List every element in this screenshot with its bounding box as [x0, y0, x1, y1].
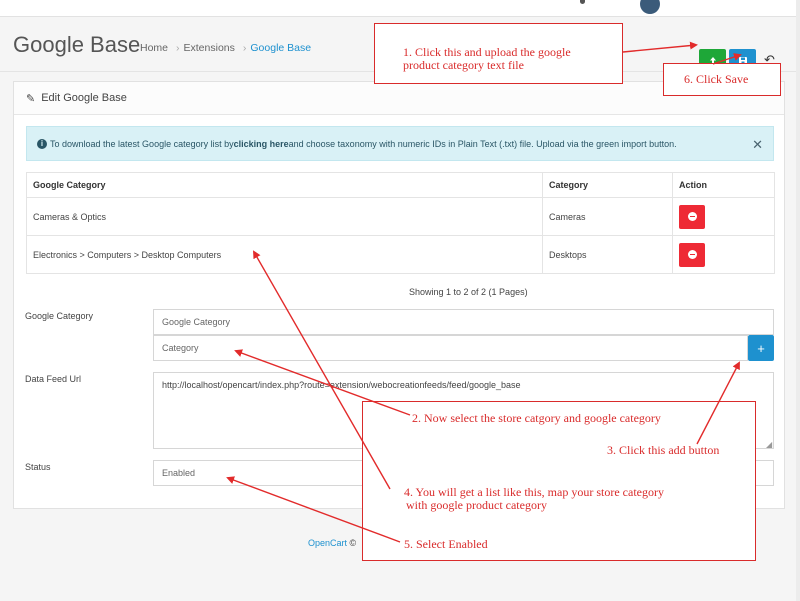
annotation-6: 6. Click Save: [684, 72, 749, 86]
minus-circle-icon: [687, 250, 697, 259]
page-scrollbar[interactable]: [796, 0, 800, 601]
breadcrumb-google-base[interactable]: Google Base: [250, 42, 311, 54]
breadcrumb: Home › Extensions › Google Base: [140, 42, 315, 54]
google-category-label: Google Category: [25, 311, 94, 321]
annotation-4-line2: with google product category: [406, 498, 547, 512]
status-label: Status: [25, 462, 51, 472]
breadcrumb-separator-icon: ›: [242, 42, 247, 54]
cell-action: [672, 235, 775, 274]
top-navbar: [0, 0, 800, 17]
info-alert: i To download the latest Google category…: [26, 126, 774, 161]
user-icon[interactable]: [580, 0, 585, 4]
plus-icon: +: [757, 340, 765, 356]
remove-button[interactable]: [679, 204, 705, 229]
minus-circle-icon: [687, 212, 697, 221]
col-category: Category: [542, 172, 673, 198]
google-category-input[interactable]: Google Category: [153, 309, 774, 335]
cell-category: Cameras: [542, 197, 673, 236]
resize-handle-icon[interactable]: ◢: [766, 440, 772, 449]
breadcrumb-separator-icon: ›: [176, 42, 180, 54]
avatar[interactable]: [640, 0, 660, 14]
add-mapping-button[interactable]: +: [748, 335, 774, 361]
annotation-2: 2. Now select the store catgory and goog…: [412, 411, 661, 425]
breadcrumb-extensions[interactable]: Extensions: [184, 42, 235, 54]
cell-google-category: Electronics > Computers > Desktop Comput…: [26, 235, 543, 274]
panel-heading-title: Edit Google Base: [41, 92, 127, 104]
cell-google-category: Cameras & Optics: [26, 197, 543, 236]
cell-category: Desktops: [542, 235, 673, 274]
data-feed-url-value: http://localhost/opencart/index.php?rout…: [162, 380, 521, 390]
pencil-icon: ✎: [26, 92, 36, 105]
data-feed-url-label: Data Feed Url: [25, 374, 82, 384]
category-input[interactable]: Category: [153, 335, 748, 361]
annotation-1-line2: product category text file: [403, 58, 524, 72]
pagination-results: Showing 1 to 2 of 2 (1 Pages): [409, 287, 528, 297]
annotation-5: 5. Select Enabled: [404, 537, 488, 551]
info-icon: i: [37, 138, 47, 149]
footer-copyright: ©: [349, 538, 357, 548]
status-selected-value: Enabled: [162, 468, 196, 478]
footer: OpenCart ©: [308, 538, 356, 548]
col-action: Action: [672, 172, 775, 198]
remove-button[interactable]: [679, 242, 705, 267]
page-title: Google Base: [13, 32, 141, 57]
download-link[interactable]: clicking here: [234, 139, 289, 149]
footer-opencart-link[interactable]: OpenCart: [308, 538, 347, 548]
annotation-3: 3. Click this add button: [607, 443, 720, 457]
cell-action: [672, 197, 775, 236]
table-row: Cameras & Optics Cameras: [26, 197, 775, 236]
col-google-category: Google Category: [26, 172, 543, 198]
close-icon[interactable]: ✕: [752, 137, 763, 153]
alert-text-after: and choose taxonomy with numeric IDs in …: [288, 138, 677, 149]
category-mapping-table: Google Category Category Action Cameras …: [26, 172, 775, 274]
table-row: Electronics > Computers > Desktop Comput…: [26, 235, 775, 274]
table-header-row: Google Category Category Action: [26, 172, 775, 198]
category-placeholder: Category: [162, 343, 199, 353]
google-category-placeholder: Google Category: [162, 317, 231, 327]
alert-text-before: To download the latest Google category l…: [50, 138, 234, 149]
breadcrumb-home[interactable]: Home: [140, 42, 168, 54]
